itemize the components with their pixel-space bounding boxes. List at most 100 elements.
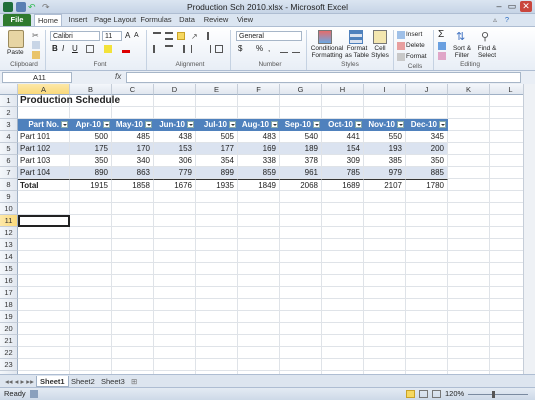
grid-cell[interactable] [448,215,490,227]
grid-cell[interactable] [280,287,322,299]
normal-view-icon[interactable] [406,390,415,398]
align-bottom-icon[interactable] [177,32,185,40]
grid-cell[interactable] [448,203,490,215]
tab-page-layout[interactable]: Page Layout [93,14,137,26]
grid-cell[interactable] [154,311,196,323]
grid-cell[interactable] [364,251,406,263]
tab-file[interactable]: File [3,14,31,26]
grid-cell[interactable] [154,347,196,359]
grid-cell[interactable] [490,299,523,311]
grid-cell[interactable] [406,347,448,359]
grid-cell[interactable] [70,347,112,359]
table-header[interactable]: Dec-10 [406,119,448,131]
grid-cell[interactable] [238,107,280,119]
grid-cell[interactable] [238,275,280,287]
table-cell[interactable]: 438 [154,131,196,143]
total-cell[interactable]: Total [18,179,70,191]
table-cell[interactable]: 885 [406,167,448,179]
grid-cell[interactable] [154,263,196,275]
grid-cell[interactable] [490,347,523,359]
grid-cell[interactable] [280,311,322,323]
grid-cell[interactable] [154,359,196,371]
grid-cell[interactable] [280,263,322,275]
grid-cell[interactable] [238,95,280,107]
grid-cell[interactable] [238,203,280,215]
delete-cells-icon[interactable] [397,42,405,50]
grid-cell[interactable] [280,227,322,239]
grid-cell[interactable] [18,335,70,347]
grid-cell[interactable] [364,95,406,107]
grid-cell[interactable] [112,287,154,299]
grid-cell[interactable] [448,227,490,239]
grid-cell[interactable] [406,203,448,215]
grid-cell[interactable] [18,203,70,215]
filter-dropdown-icon[interactable] [355,121,362,128]
italic-button[interactable]: I [62,44,64,53]
grid-cell[interactable] [70,359,112,371]
table-cell[interactable]: 540 [280,131,322,143]
row-header[interactable]: 8 [0,179,18,191]
grid-cell[interactable] [238,299,280,311]
grid-cell[interactable] [280,107,322,119]
format-cells-button[interactable]: Format [406,53,427,60]
zoom-slider-thumb[interactable] [492,391,495,398]
grid-cell[interactable] [18,359,70,371]
grid-cell[interactable] [322,239,364,251]
orientation-icon[interactable]: ↗ [191,32,199,41]
grid-cell[interactable] [238,215,280,227]
grid-cell[interactable] [322,215,364,227]
filter-dropdown-icon[interactable] [145,121,152,128]
grid-cell[interactable] [448,167,490,179]
grid-cell[interactable] [70,215,112,227]
decrease-indent-icon[interactable] [191,45,199,53]
grid-cell[interactable] [18,227,70,239]
grid-cell[interactable] [364,311,406,323]
table-cell[interactable]: 200 [406,143,448,155]
table-cell[interactable]: 385 [364,155,406,167]
cell-styles-button[interactable]: Cell Styles [369,45,391,59]
table-cell[interactable]: 350 [70,155,112,167]
grid-cell[interactable] [196,275,238,287]
page-layout-view-icon[interactable] [419,390,428,398]
column-header[interactable]: C [112,84,154,95]
grid-cell[interactable] [112,275,154,287]
table-cell[interactable]: 345 [406,131,448,143]
grid-cell[interactable] [406,107,448,119]
insert-sheet-icon[interactable]: ⊞ [128,376,140,387]
format-cells-icon[interactable] [397,53,405,61]
table-cell[interactable]: 859 [238,167,280,179]
grid-cell[interactable] [280,335,322,347]
grid-cell[interactable] [196,347,238,359]
grid-cell[interactable] [154,203,196,215]
grid-cell[interactable] [238,335,280,347]
table-cell[interactable]: 350 [406,155,448,167]
tab-review[interactable]: Review [200,14,232,26]
grid-cell[interactable] [70,227,112,239]
filter-dropdown-icon[interactable] [271,121,278,128]
filter-dropdown-icon[interactable] [439,121,446,128]
underline-button[interactable]: U [72,44,78,53]
total-cell[interactable]: 1676 [154,179,196,191]
table-header[interactable]: May-10 [112,119,154,131]
sort-filter-icon[interactable]: ⇅ [456,30,470,44]
grid-cell[interactable] [448,287,490,299]
grid-cell[interactable] [448,335,490,347]
grid-cell[interactable] [490,227,523,239]
row-header[interactable]: 2 [0,107,18,119]
format-as-table-button[interactable]: Format as Table [343,45,371,59]
grid-cell[interactable] [322,107,364,119]
grid-cell[interactable] [280,359,322,371]
grid-cell[interactable] [196,359,238,371]
grid-cell[interactable] [322,251,364,263]
grid-cell[interactable] [490,119,523,131]
grid-cell[interactable] [196,191,238,203]
grid-cell[interactable] [406,251,448,263]
increase-decimal-icon[interactable] [280,45,288,53]
table-cell[interactable]: 500 [70,131,112,143]
table-cell[interactable]: 485 [112,131,154,143]
grid-cell[interactable] [18,275,70,287]
row-header[interactable]: 13 [0,239,18,251]
find-select-button[interactable]: Find & Select [474,45,500,59]
grid-cell[interactable] [490,131,523,143]
grid-cell[interactable] [406,287,448,299]
